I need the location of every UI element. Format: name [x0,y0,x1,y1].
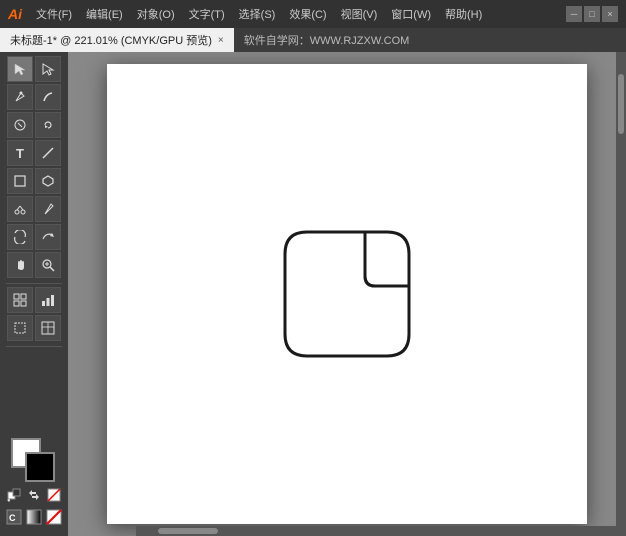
swap-colors-button[interactable] [25,486,43,504]
vertical-scrollbar[interactable] [616,52,626,526]
menu-object[interactable]: 对象(O) [131,4,181,24]
toolbar: T [0,52,68,536]
shape-svg [277,224,417,364]
tool-row-2 [7,84,61,110]
menu-select[interactable]: 选择(S) [233,4,282,24]
hand-tool[interactable] [7,252,33,278]
knife-tool[interactable] [35,196,61,222]
symbol-tool[interactable] [7,287,33,313]
line-tool[interactable] [35,140,61,166]
menu-window[interactable]: 窗口(W) [385,4,437,24]
shape-container [277,224,417,364]
color-mode-button[interactable]: C [5,508,23,526]
tool-row-7 [7,224,61,250]
select-tool[interactable] [7,56,33,82]
horizontal-scrollbar[interactable] [136,526,626,536]
direct-select-tool[interactable] [35,56,61,82]
chart-tool[interactable] [35,287,61,313]
close-button[interactable]: × [602,6,618,22]
tool-row-1 [7,56,61,82]
tab-close-button[interactable]: × [218,35,224,46]
toolbar-separator-2 [6,346,62,347]
color-icons-row: ● [5,486,63,504]
gradient-button[interactable] [25,508,43,526]
tab-bar: 未标题-1* @ 221.01% (CMYK/GPU 预览) × 软件自学网：W… [0,28,626,52]
svg-text:C: C [9,513,16,523]
window-controls: ─ □ × [566,6,618,22]
none-color-button[interactable] [45,486,63,504]
color-swatches[interactable] [11,438,57,484]
maximize-button[interactable]: □ [584,6,600,22]
menu-bar: 文件(F) 编辑(E) 对象(O) 文字(T) 选择(S) 效果(C) 视图(V… [30,4,566,24]
tool-row-5 [7,168,61,194]
stroke-swatch[interactable] [25,452,55,482]
zoom-tool[interactable] [35,252,61,278]
menu-text[interactable]: 文字(T) [183,4,231,24]
title-bar: Ai 文件(F) 编辑(E) 对象(O) 文字(T) 选择(S) 效果(C) 视… [0,0,626,28]
menu-effect[interactable]: 效果(C) [283,4,332,24]
tool-row-3 [7,112,61,138]
rectangle-tool[interactable] [7,168,33,194]
color-area: ● C [1,432,67,532]
type-tool[interactable]: T [7,140,33,166]
svg-text:●: ● [7,498,11,502]
minimize-button[interactable]: ─ [566,6,582,22]
menu-view[interactable]: 视图(V) [335,4,384,24]
none-button[interactable] [45,508,63,526]
freeform-pen-tool[interactable] [35,84,61,110]
menu-help[interactable]: 帮助(H) [439,4,488,24]
tool-row-4: T [7,140,61,166]
inactive-tab[interactable]: 软件自学网：WWW.RJZXW.COM [234,28,420,52]
active-tab-label: 未标题-1* @ 221.01% (CMYK/GPU 预览) [10,32,212,48]
tool-row-8 [7,252,61,278]
toolbar-separator-1 [6,283,62,284]
active-tab[interactable]: 未标题-1* @ 221.01% (CMYK/GPU 预览) × [0,28,234,52]
reflect-tool[interactable] [7,224,33,250]
tool-row-9 [7,287,61,313]
artboard [107,64,587,524]
scissors-tool[interactable] [7,196,33,222]
canvas-area[interactable] [68,52,626,536]
main-area: T [0,52,626,536]
default-colors-button[interactable]: ● [5,486,23,504]
tool-row-6 [7,196,61,222]
warp-tool[interactable] [35,224,61,250]
tool-row-10 [7,315,61,341]
artboard-tool[interactable] [7,315,33,341]
eraser-tool[interactable] [7,112,33,138]
menu-edit[interactable]: 编辑(E) [80,4,129,24]
slice-tool[interactable] [35,315,61,341]
polygon-tool[interactable] [35,168,61,194]
pen-tool[interactable] [7,84,33,110]
menu-file[interactable]: 文件(F) [30,4,78,24]
inactive-tab-label: 软件自学网：WWW.RJZXW.COM [244,32,410,48]
rotate-tool[interactable] [35,112,61,138]
app-logo: Ai [8,6,22,22]
